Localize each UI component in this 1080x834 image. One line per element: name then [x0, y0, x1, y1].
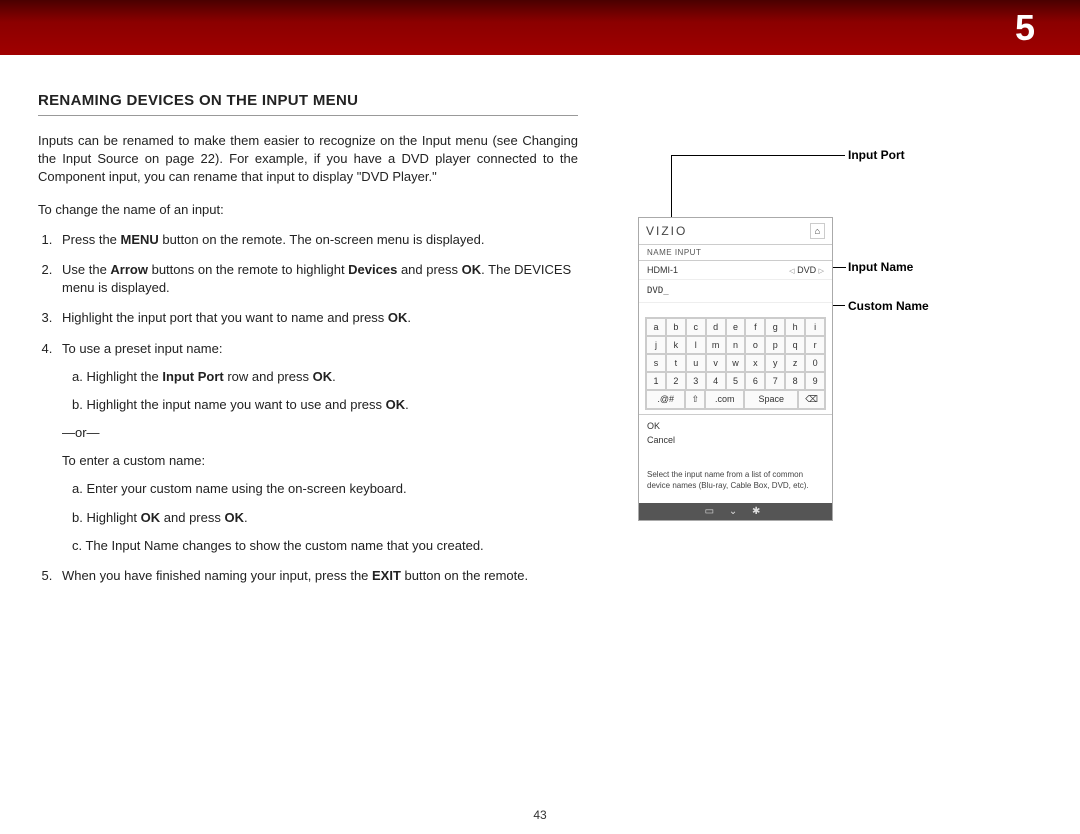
kb-key[interactable]: q	[785, 336, 805, 354]
kb-key[interactable]: t	[666, 354, 686, 372]
kb-key[interactable]: 8	[785, 372, 805, 390]
kb-key[interactable]: j	[646, 336, 666, 354]
on-screen-keyboard: abcdefghi jklmnopqr stuvwxyz0 123456789 …	[645, 317, 826, 410]
kb-key[interactable]: s	[646, 354, 666, 372]
kb-key[interactable]: 1	[646, 372, 666, 390]
kb-key[interactable]: d	[706, 318, 726, 336]
kb-key[interactable]: 0	[805, 354, 825, 372]
name-selector[interactable]: ◁ DVD ▷	[789, 265, 824, 275]
kb-key[interactable]: 6	[745, 372, 765, 390]
brand-logo: VIZIO	[646, 224, 687, 238]
kb-key[interactable]: b	[666, 318, 686, 336]
kb-key[interactable]: y	[765, 354, 785, 372]
kb-key[interactable]: p	[765, 336, 785, 354]
kb-backspace-key[interactable]: ⌫	[798, 390, 825, 409]
kb-key[interactable]: n	[726, 336, 746, 354]
kb-key[interactable]: i	[805, 318, 825, 336]
kb-symbols-key[interactable]: .@#	[646, 390, 685, 409]
step-4a: a. Highlight the Input Port row and pres…	[66, 368, 578, 386]
callout-input-name: Input Name	[848, 260, 913, 274]
kb-key[interactable]: f	[745, 318, 765, 336]
kb-key[interactable]: g	[765, 318, 785, 336]
kb-key[interactable]: 5	[726, 372, 746, 390]
home-icon[interactable]: ⌂	[810, 223, 825, 239]
custom-name-field[interactable]: DVD_	[639, 280, 832, 303]
kb-key[interactable]: 9	[805, 372, 825, 390]
kb-key[interactable]: z	[785, 354, 805, 372]
step-4-custom-sublist: a. Enter your custom name using the on-s…	[66, 480, 578, 555]
port-value: HDMI-1	[647, 265, 678, 275]
kb-row-1: abcdefghi	[646, 318, 825, 336]
kb-key[interactable]: v	[706, 354, 726, 372]
device-actions: OK Cancel	[639, 414, 832, 452]
step-4-preset-sublist: a. Highlight the Input Port row and pres…	[66, 368, 578, 414]
page-content: RENAMING DEVICES ON THE INPUT MENU Input…	[0, 55, 1080, 597]
device-header: VIZIO ⌂	[639, 218, 832, 245]
callout-line	[671, 155, 845, 156]
kb-key[interactable]: x	[745, 354, 765, 372]
kb-key[interactable]: m	[706, 336, 726, 354]
step-3: Highlight the input port that you want t…	[56, 309, 578, 327]
step-1: Press the MENU button on the remote. The…	[56, 231, 578, 249]
step-2: Use the Arrow buttons on the remote to h…	[56, 261, 578, 297]
device-help-text: Select the input name from a list of com…	[639, 452, 832, 504]
callout-input-port: Input Port	[848, 148, 905, 162]
kb-shift-key[interactable]: ⇧	[685, 390, 705, 409]
device-footer: ▭ ⌄ ✱	[639, 503, 832, 520]
callout-line	[671, 155, 672, 219]
device-menu-figure: VIZIO ⌂ NAME INPUT HDMI-1 ◁ DVD ▷ DVD_ a…	[638, 217, 833, 521]
figure-column: Input Port Input Name Custom Name VIZIO …	[638, 90, 1042, 597]
steps-list: Press the MENU button on the remote. The…	[56, 231, 578, 585]
step-4-custom-lead: To enter a custom name:	[62, 452, 578, 470]
kb-key[interactable]: h	[785, 318, 805, 336]
page-number: 43	[0, 808, 1080, 822]
triangle-right-icon: ▷	[819, 268, 824, 275]
section-title: RENAMING DEVICES ON THE INPUT MENU	[38, 90, 578, 116]
kb-key[interactable]: w	[726, 354, 746, 372]
kb-row-bottom: .@# ⇧ .com Space ⌫	[646, 390, 825, 409]
kb-key[interactable]: o	[745, 336, 765, 354]
step-4e: c. The Input Name changes to show the cu…	[66, 537, 578, 555]
kb-key[interactable]: k	[666, 336, 686, 354]
step-4c: a. Enter your custom name using the on-s…	[66, 480, 578, 498]
kb-key[interactable]: l	[686, 336, 706, 354]
kb-dotcom-key[interactable]: .com	[705, 390, 744, 409]
ok-button[interactable]: OK	[647, 419, 824, 433]
kb-key[interactable]: c	[686, 318, 706, 336]
kb-key[interactable]: 4	[706, 372, 726, 390]
lead-paragraph: To change the name of an input:	[38, 201, 578, 219]
or-separator: —or—	[62, 424, 578, 442]
kb-key[interactable]: u	[686, 354, 706, 372]
kb-key[interactable]: a	[646, 318, 666, 336]
intro-paragraph: Inputs can be renamed to make them easie…	[38, 132, 578, 187]
kb-key[interactable]: 2	[666, 372, 686, 390]
kb-space-key[interactable]: Space	[744, 390, 798, 409]
cancel-button[interactable]: Cancel	[647, 433, 824, 447]
step-4: To use a preset input name: a. Highlight…	[56, 340, 578, 556]
step-4d: b. Highlight OK and press OK.	[66, 509, 578, 527]
input-port-row[interactable]: HDMI-1 ◁ DVD ▷	[639, 261, 832, 280]
callout-custom-name: Custom Name	[848, 299, 929, 313]
kb-row-4: 123456789	[646, 372, 825, 390]
menu-section-title: NAME INPUT	[639, 245, 832, 261]
step-4b: b. Highlight the input name you want to …	[66, 396, 578, 414]
kb-row-3: stuvwxyz0	[646, 354, 825, 372]
chapter-number: 5	[1015, 7, 1035, 49]
triangle-left-icon: ◁	[789, 268, 794, 275]
kb-key[interactable]: e	[726, 318, 746, 336]
kb-row-2: jklmnopqr	[646, 336, 825, 354]
step-5: When you have finished naming your input…	[56, 567, 578, 585]
text-column: RENAMING DEVICES ON THE INPUT MENU Input…	[38, 90, 578, 597]
kb-key[interactable]: 7	[765, 372, 785, 390]
kb-key[interactable]: r	[805, 336, 825, 354]
kb-key[interactable]: 3	[686, 372, 706, 390]
chapter-header: 5	[0, 0, 1080, 55]
